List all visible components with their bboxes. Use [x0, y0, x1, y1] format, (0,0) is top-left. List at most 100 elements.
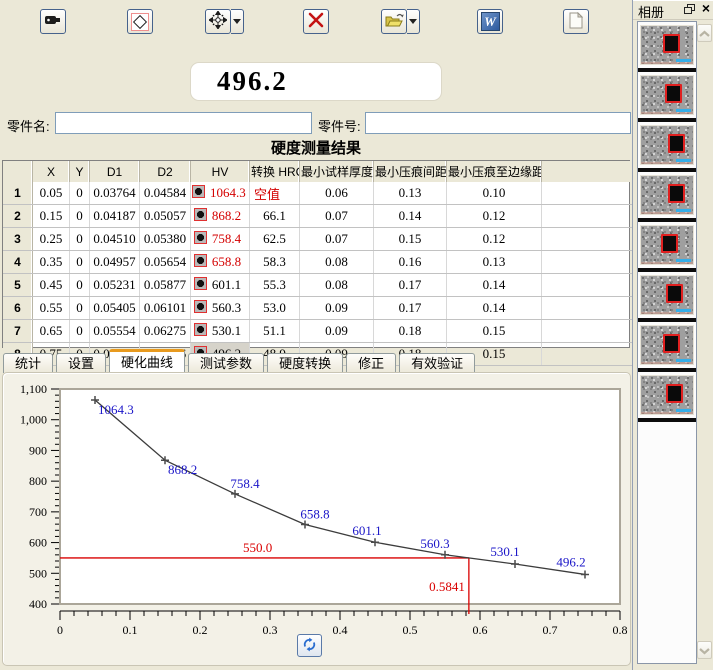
album-scroll-up-button[interactable]	[697, 24, 712, 42]
table-cell[interactable]: 0.17	[374, 297, 447, 320]
album-thumbnail[interactable]	[638, 22, 696, 72]
table-cell[interactable]: 0.13	[374, 182, 447, 205]
table-cell[interactable]: 55.3	[250, 274, 300, 297]
table-cell[interactable]: 4	[3, 251, 33, 274]
table-cell[interactable]: 66.1	[250, 205, 300, 228]
table-cell[interactable]: 0.55	[33, 297, 70, 320]
table-cell[interactable]: 0.14	[447, 274, 542, 297]
tab-2[interactable]: 设置	[56, 353, 106, 373]
table-row[interactable]: 40.3500.049570.05654658.858.30.080.160.1…	[3, 251, 662, 274]
table-cell[interactable]: 0.07	[300, 228, 374, 251]
table-cell[interactable]: 0.12	[447, 228, 542, 251]
album-scroll-down-button[interactable]	[697, 641, 712, 659]
hv-cell[interactable]: 560.3	[191, 297, 250, 320]
table-cell[interactable]: 空值	[250, 182, 300, 205]
table-cell[interactable]: 58.3	[250, 251, 300, 274]
table-cell[interactable]: 0.05654	[140, 251, 191, 274]
table-cell[interactable]: 0.25	[33, 228, 70, 251]
table-cell[interactable]: 0.04957	[90, 251, 140, 274]
table-cell[interactable]: 0	[70, 297, 90, 320]
table-cell[interactable]: 53.0	[250, 297, 300, 320]
column-header[interactable]: 转换 HRC	[250, 161, 300, 182]
tab-3[interactable]: 硬化曲线	[109, 349, 185, 373]
hv-cell[interactable]: 601.1	[191, 274, 250, 297]
table-cell[interactable]: 0.08	[300, 274, 374, 297]
table-cell[interactable]: 0.09	[300, 297, 374, 320]
hv-cell[interactable]: 758.4	[191, 228, 250, 251]
table-cell[interactable]: 0.10	[447, 182, 542, 205]
table-cell[interactable]: 1	[3, 182, 33, 205]
tab-1[interactable]: 统计	[3, 353, 53, 373]
table-cell[interactable]: 0.04584	[140, 182, 191, 205]
measure-frame-button[interactable]	[127, 9, 153, 34]
table-cell[interactable]: 2	[3, 205, 33, 228]
move-indent-button[interactable]	[205, 9, 231, 34]
table-cell[interactable]: 0	[70, 320, 90, 343]
tab-7[interactable]: 有效验证	[399, 353, 475, 373]
table-cell[interactable]: 0.14	[447, 297, 542, 320]
table-cell[interactable]: 0.16	[374, 251, 447, 274]
table-cell[interactable]: 0.05554	[90, 320, 140, 343]
table-cell[interactable]: 0	[70, 182, 90, 205]
table-cell[interactable]: 0.06275	[140, 320, 191, 343]
table-cell[interactable]: 0.05380	[140, 228, 191, 251]
column-header[interactable]: X	[33, 161, 70, 182]
column-header[interactable]: 最小试样厚度	[300, 161, 374, 182]
table-cell[interactable]: 0.06101	[140, 297, 191, 320]
table-cell[interactable]: 0.35	[33, 251, 70, 274]
table-cell[interactable]: 0	[70, 205, 90, 228]
table-cell[interactable]: 0.15	[33, 205, 70, 228]
hv-cell[interactable]: 1064.3	[191, 182, 250, 205]
table-cell[interactable]: 0.12	[447, 205, 542, 228]
table-cell[interactable]: 0.06	[300, 182, 374, 205]
table-cell[interactable]: 0.03764	[90, 182, 140, 205]
table-cell[interactable]: 0.45	[33, 274, 70, 297]
column-header[interactable]: D2	[140, 161, 191, 182]
camera-button[interactable]	[40, 9, 66, 34]
table-cell[interactable]: 0.05231	[90, 274, 140, 297]
album-thumbnail[interactable]	[638, 172, 696, 222]
album-thumbnail[interactable]	[638, 322, 696, 372]
table-cell[interactable]: 0.05405	[90, 297, 140, 320]
part-name-input[interactable]	[55, 112, 312, 134]
float-window-icon[interactable]	[684, 4, 695, 14]
table-row[interactable]: 30.2500.045100.05380758.462.50.070.150.1…	[3, 228, 662, 251]
new-report-button[interactable]	[563, 9, 589, 34]
move-indent-dropdown[interactable]	[231, 9, 244, 34]
column-header[interactable]: Y	[70, 161, 90, 182]
table-cell[interactable]: 0	[70, 274, 90, 297]
tab-4[interactable]: 测试参数	[188, 353, 264, 373]
column-header[interactable]: 最小压痕至边缘距	[447, 161, 542, 182]
album-thumbnail[interactable]	[638, 372, 696, 422]
hv-cell[interactable]: 658.8	[191, 251, 250, 274]
delete-button[interactable]	[303, 9, 329, 34]
open-file-dropdown[interactable]	[407, 9, 420, 34]
table-row[interactable]: 20.1500.041870.05057868.266.10.070.140.1…	[3, 205, 662, 228]
table-cell[interactable]: 0.13	[447, 251, 542, 274]
column-header[interactable]: 最小压痕间距	[374, 161, 447, 182]
table-cell[interactable]: 0.65	[33, 320, 70, 343]
table-cell[interactable]: 0.04510	[90, 228, 140, 251]
album-thumbnail[interactable]	[638, 72, 696, 122]
part-number-input[interactable]	[365, 112, 631, 134]
hv-cell[interactable]: 530.1	[191, 320, 250, 343]
column-header[interactable]: HV	[191, 161, 250, 182]
table-cell[interactable]: 0.08	[300, 251, 374, 274]
table-cell[interactable]: 0.14	[374, 205, 447, 228]
table-row[interactable]: 50.4500.052310.05877601.155.30.080.170.1…	[3, 274, 662, 297]
table-row[interactable]: 60.5500.054050.06101560.353.00.090.170.1…	[3, 297, 662, 320]
table-row[interactable]: 10.0500.037640.045841064.3空值0.060.130.10	[3, 182, 662, 205]
table-cell[interactable]: 0.05	[33, 182, 70, 205]
table-cell[interactable]: 0.05877	[140, 274, 191, 297]
column-header[interactable]: D1	[90, 161, 140, 182]
refresh-chart-button[interactable]	[297, 634, 322, 657]
export-word-button[interactable]: W	[477, 9, 503, 34]
table-cell[interactable]: 0.04187	[90, 205, 140, 228]
table-cell[interactable]: 0.18	[374, 320, 447, 343]
table-cell[interactable]: 7	[3, 320, 33, 343]
table-cell[interactable]: 5	[3, 274, 33, 297]
table-cell[interactable]: 0.17	[374, 274, 447, 297]
table-cell[interactable]: 3	[3, 228, 33, 251]
tab-6[interactable]: 修正	[346, 353, 396, 373]
album-thumbnail[interactable]	[638, 272, 696, 322]
